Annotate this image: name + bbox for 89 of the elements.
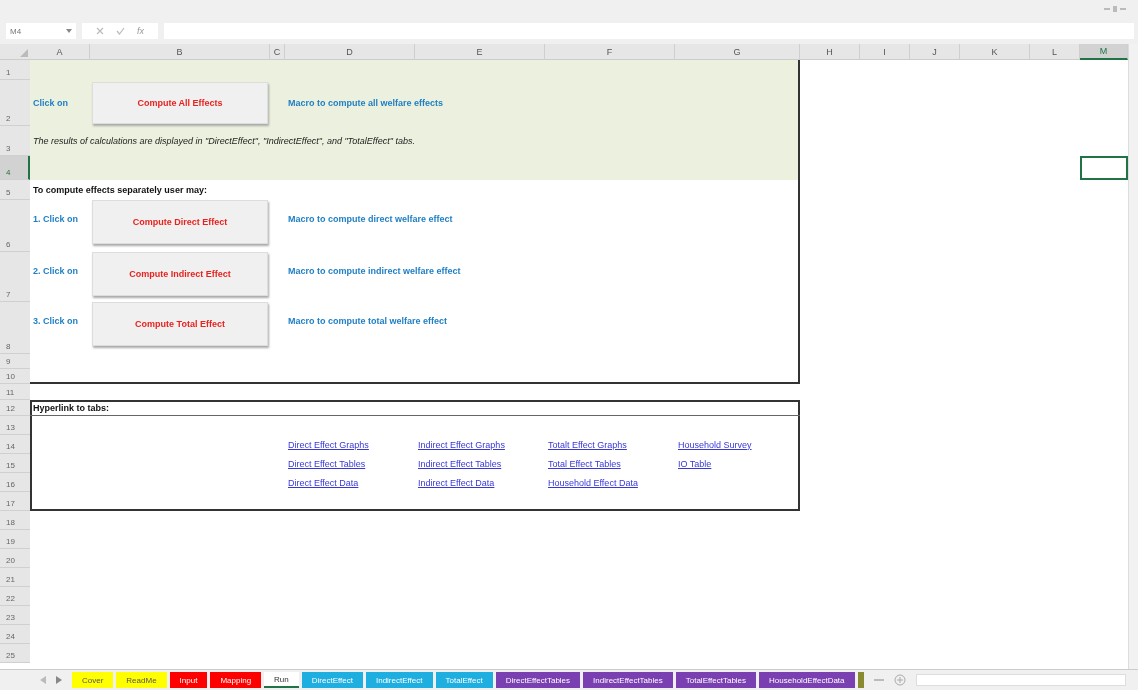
- sheet-tab[interactable]: TotalEffectTables: [675, 672, 757, 688]
- row-header[interactable]: 1: [0, 60, 30, 80]
- sheet-tab[interactable]: IndirectEffectTables: [583, 672, 673, 688]
- column-header[interactable]: I: [860, 44, 910, 60]
- compute-button[interactable]: Compute All Effects: [92, 82, 268, 124]
- insert-function-button[interactable]: fx: [137, 26, 144, 36]
- selected-cell[interactable]: [1080, 156, 1128, 180]
- compute-button[interactable]: Compute Total Effect: [92, 302, 268, 346]
- section-heading: Hyperlink to tabs:: [32, 403, 110, 413]
- hyperlink[interactable]: Direct Effect Graphs: [288, 439, 369, 450]
- row-header[interactable]: 10: [0, 369, 30, 384]
- row-header[interactable]: 7: [0, 252, 30, 302]
- instruction-text: Click on: [32, 98, 69, 108]
- hyperlink[interactable]: Indirect Effect Tables: [418, 458, 502, 469]
- sheet-tab[interactable]: Run: [264, 672, 299, 688]
- row-header[interactable]: 22: [0, 587, 30, 606]
- compute-button[interactable]: Compute Indirect Effect: [92, 252, 268, 296]
- triangle-icon[interactable]: [20, 49, 28, 57]
- description-text: Macro to compute indirect welfare effect: [287, 266, 462, 276]
- row-header[interactable]: 15: [0, 454, 30, 473]
- row-header[interactable]: 4: [0, 156, 30, 180]
- column-header[interactable]: A: [30, 44, 90, 60]
- column-header[interactable]: G: [675, 44, 800, 60]
- compute-button[interactable]: Compute Direct Effect: [92, 200, 268, 244]
- sheet-tab[interactable]: Input: [169, 672, 208, 688]
- column-header[interactable]: F: [545, 44, 675, 60]
- row-header[interactable]: 21: [0, 568, 30, 587]
- row-header[interactable]: 18: [0, 511, 30, 530]
- hyperlink[interactable]: Direct Effect Data: [288, 477, 359, 488]
- description-text: Macro to compute direct welfare effect: [287, 214, 454, 224]
- column-header[interactable]: J: [910, 44, 960, 60]
- hyperlink[interactable]: Direct Effect Tables: [288, 458, 366, 469]
- dropdown-icon[interactable]: [66, 29, 72, 33]
- description-text: Macro to compute all welfare effects: [287, 98, 445, 108]
- row-header[interactable]: 23: [0, 606, 30, 625]
- vertical-scrollbar[interactable]: [1128, 44, 1138, 669]
- add-icon[interactable]: [893, 674, 906, 686]
- name-box[interactable]: M4: [6, 23, 76, 39]
- sheet-tab[interactable]: Mapping: [210, 672, 262, 688]
- instruction-text: 1. Click on: [32, 214, 79, 224]
- row-header[interactable]: 5: [0, 180, 30, 200]
- previous-sheet-icon[interactable]: [40, 676, 46, 684]
- horizontal-scrollbar[interactable]: [915, 674, 1126, 686]
- row-header[interactable]: 12: [0, 400, 30, 416]
- row-header[interactable]: 14: [0, 435, 30, 454]
- row-header[interactable]: 24: [0, 625, 30, 644]
- row-header[interactable]: 9: [0, 354, 30, 369]
- column-header[interactable]: H: [800, 44, 860, 60]
- hyperlink[interactable]: Totalt Effect Graphs: [548, 439, 627, 450]
- hyperlink[interactable]: Household Survey: [678, 439, 752, 450]
- row-header[interactable]: 17: [0, 492, 30, 511]
- column-header[interactable]: E: [415, 44, 545, 60]
- next-sheet-icon[interactable]: [56, 676, 62, 684]
- hyperlink[interactable]: Household Effect Data: [548, 477, 638, 488]
- row-header[interactable]: 19: [0, 530, 30, 549]
- instruction-text: 3. Click on: [32, 316, 79, 326]
- more-icon[interactable]: [873, 678, 884, 682]
- row-header[interactable]: 11: [0, 384, 30, 400]
- row-header[interactable]: 6: [0, 200, 30, 252]
- instruction-text: 2. Click on: [32, 266, 79, 276]
- hyperlink[interactable]: Indirect Effect Graphs: [418, 439, 505, 450]
- sheet-tab[interactable]: ReadMe: [116, 672, 167, 688]
- section-heading: To compute effects separately user may:: [32, 185, 208, 195]
- note-text: The results of calculations are displayed in "DirectEffect", "IndirectEffect", and "TotalEffect" tabs.: [32, 136, 417, 146]
- column-header[interactable]: L: [1030, 44, 1080, 60]
- row-header[interactable]: 3: [0, 126, 30, 156]
- ribbon-options-icon[interactable]: [1104, 5, 1126, 13]
- column-header[interactable]: M: [1080, 44, 1128, 60]
- sheet-tab[interactable]: HouseholdEffectData: [759, 672, 855, 688]
- hyperlink[interactable]: IO Table: [678, 458, 712, 469]
- description-text: Macro to compute total welfare effect: [287, 316, 449, 326]
- select-all-corner[interactable]: [0, 44, 30, 60]
- sheet-tab[interactable]: DirectEffectTables: [495, 672, 581, 688]
- sheet-tab[interactable]: Cover: [72, 672, 114, 688]
- checkmark-icon[interactable]: [116, 27, 125, 35]
- column-header[interactable]: D: [285, 44, 415, 60]
- row-header[interactable]: 16: [0, 473, 30, 492]
- column-header[interactable]: K: [960, 44, 1030, 60]
- column-header[interactable]: B: [90, 44, 270, 60]
- sheet-tab[interactable]: [857, 672, 864, 688]
- row-header[interactable]: 8: [0, 302, 30, 354]
- row-header[interactable]: 13: [0, 416, 30, 435]
- row-header[interactable]: 25: [0, 644, 30, 663]
- row-header[interactable]: 2: [0, 80, 30, 126]
- hyperlink[interactable]: Indirect Effect Data: [418, 477, 495, 488]
- hyperlink[interactable]: Total Effect Tables: [548, 458, 621, 469]
- column-header[interactable]: C: [270, 44, 285, 60]
- cancel-icon[interactable]: [96, 27, 104, 35]
- row-header[interactable]: 20: [0, 549, 30, 568]
